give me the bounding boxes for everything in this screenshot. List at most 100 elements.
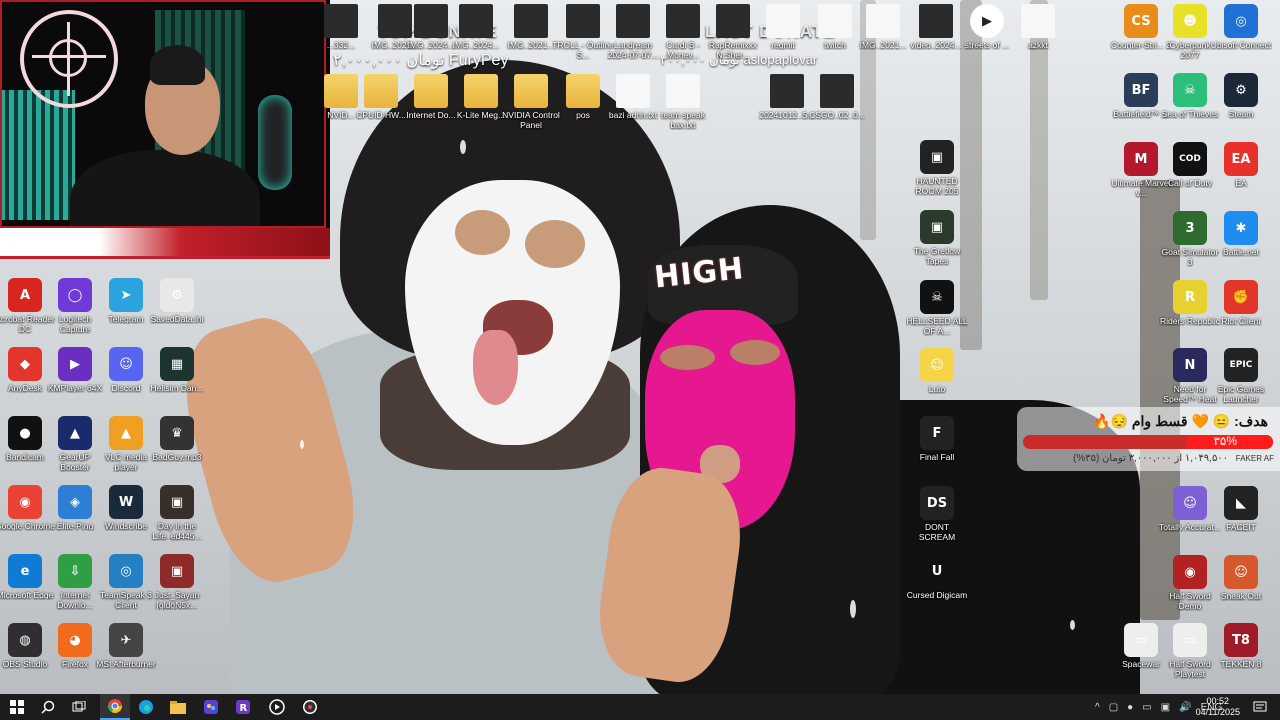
desktop-icon-hellseed-all-of-a[interactable]: ☠ HELLSEED ALL OF A... bbox=[906, 280, 968, 336]
top-donate-value: ۲,۰۰۰,۰۰۰ تومان FuryPey bbox=[333, 52, 509, 69]
faceit-icon: ◣ bbox=[1224, 486, 1258, 520]
acrobat-reader-dc-icon: A bbox=[8, 278, 42, 312]
microphone-icon[interactable]: ● bbox=[1127, 702, 1133, 713]
folder-icon bbox=[464, 74, 498, 108]
teamspeak-3-client-icon: ◎ bbox=[109, 554, 143, 588]
desktop-icon-cursed-digicam[interactable]: U Cursed Digicam bbox=[906, 554, 968, 600]
elite-ping-icon: ◈ bbox=[58, 485, 92, 519]
desktop-icon-img-2024[interactable]: IMG_2024... bbox=[445, 4, 507, 50]
day-in-the-life-ed445-icon: ▣ bbox=[160, 485, 194, 519]
webcam-frame bbox=[0, 0, 326, 228]
image-thumbnail-icon bbox=[820, 74, 854, 108]
snowflake bbox=[850, 600, 856, 618]
desktop-icon-label: Steam bbox=[1228, 109, 1254, 119]
windows-start-icon[interactable] bbox=[2, 694, 32, 720]
svg-text:R: R bbox=[240, 703, 248, 714]
riot-client-icon: ✊ bbox=[1224, 280, 1258, 314]
tray-app-icon[interactable]: ▢ bbox=[1109, 702, 1118, 713]
edge-taskbar-icon[interactable] bbox=[131, 694, 161, 720]
network-icon[interactable]: ▭ bbox=[1142, 702, 1151, 713]
msi-afterburner-icon: ✈ bbox=[109, 623, 143, 657]
dont-scream-icon: DS bbox=[920, 486, 954, 520]
epic-games-launcher-icon: EPIC bbox=[1224, 348, 1258, 382]
telegram-icon: ➤ bbox=[109, 278, 143, 312]
clock-date: 04/11/2025 bbox=[1195, 707, 1240, 717]
desktop-icon-epic-games-launcher[interactable]: EPIC Epic Games Launcher bbox=[1210, 348, 1272, 404]
desktop-icon-label: team speak bax.txt bbox=[661, 110, 705, 130]
taskbar-clock[interactable]: 00:52 04/11/2025 bbox=[1196, 696, 1240, 718]
gearup-booster-icon: ▲ bbox=[58, 416, 92, 450]
desktop-icon-msi-afterburner[interactable]: ✈ MSI Afterburner bbox=[95, 623, 157, 669]
desktop-icon-label: HAUNTED ROOM 205 bbox=[915, 176, 959, 196]
logitech-capture-icon: ◯ bbox=[58, 278, 92, 312]
desktop-icon-just-sayan-gldgn5x[interactable]: ▣ Just_Sayan [gldgN5x... bbox=[146, 554, 208, 610]
streamer-webcam-overlay bbox=[0, 0, 330, 259]
windscribe-icon: W bbox=[109, 485, 143, 519]
desktop-icon-ea[interactable]: EA EA bbox=[1210, 142, 1272, 188]
haunted-room-205-icon: ▣ bbox=[920, 140, 954, 174]
desktop-icon-label: DONT SCREAM bbox=[918, 522, 956, 542]
desktop-icon-haunted-room-205[interactable]: ▣ HAUNTED ROOM 205 bbox=[906, 140, 968, 196]
media-player-icon[interactable] bbox=[262, 694, 292, 720]
desktop-icon-332[interactable]: ...332... bbox=[310, 4, 372, 50]
file-icon bbox=[766, 4, 800, 38]
desktop-icon-team-speak-bax-txt[interactable]: team speak bax.txt bbox=[652, 74, 714, 130]
desktop-icon-faceit[interactable]: ◣ FACEIT bbox=[1210, 486, 1272, 532]
hellseed-all-of-a-icon: ☠ bbox=[920, 280, 954, 314]
photo-mask-eye bbox=[525, 220, 585, 268]
donation-goal-widget: هدف: 😑 🧡 قسط وام 😔🔥 ۳۵% ۱,۰۴۹,۵۰۰ از ۳,۰… bbox=[1017, 407, 1280, 471]
desktop-icon-csgo-02-0[interactable]: CSGO_02_0... bbox=[806, 74, 868, 120]
firefox-icon: ◕ bbox=[58, 623, 92, 657]
notifications-icon[interactable] bbox=[1245, 694, 1275, 720]
app-store-icon[interactable] bbox=[196, 694, 226, 720]
file-icon bbox=[616, 74, 650, 108]
desktop-icon-label: Riot Client bbox=[1221, 316, 1261, 326]
desktop-icon-label: Hellsim Dan... bbox=[150, 383, 204, 393]
call-of-duty-icon: COD bbox=[1173, 142, 1207, 176]
desktop-icon-ubisoft-connect[interactable]: ◎ Ubisoft Connect bbox=[1210, 4, 1272, 50]
desktop-icon-day-in-the-life-ed445[interactable]: ▣ Day in the Life_ed445... bbox=[146, 485, 208, 541]
chrome-taskbar-icon[interactable] bbox=[100, 694, 130, 720]
desktop-icon-dont-scream[interactable]: DS DONT SCREAM bbox=[906, 486, 968, 542]
totally-accurat-icon: ☺ bbox=[1173, 486, 1207, 520]
desktop-icon-badguy-mp3[interactable]: ♛ BadGuy.mp3 bbox=[146, 416, 208, 462]
desktop-icon-battle-net[interactable]: ✱ Battle.net bbox=[1210, 211, 1272, 257]
task-view-icon[interactable] bbox=[64, 694, 94, 720]
desktop-icon-label: The Gretlow Tapes bbox=[913, 246, 961, 266]
desktop-icon-luto[interactable]: ☺ Luto bbox=[906, 348, 968, 394]
rockstar-launcher-icon[interactable]: R bbox=[228, 694, 258, 720]
snowflake bbox=[1070, 620, 1075, 630]
desktop-icon-the-gretlow-tapes[interactable]: ▣ The Gretlow Tapes bbox=[906, 210, 968, 266]
desktop-icon-label: MSI Afterburner bbox=[96, 659, 156, 669]
desktop-icon-azkkt[interactable]: azkkt bbox=[1007, 4, 1069, 50]
desktop-icon-saveddata-ini[interactable]: ⚙ SavedData.ini bbox=[146, 278, 208, 324]
desktop-icon-label: Sneak Out bbox=[1220, 591, 1262, 601]
counter-stri-2-icon: CS bbox=[1124, 4, 1158, 38]
desktop-icon-tekken-8[interactable]: T8 TEKKEN 8 bbox=[1210, 623, 1272, 669]
desktop-icon-final-fall[interactable]: F Final Fall bbox=[906, 416, 968, 462]
the-gretlow-tapes-icon: ▣ bbox=[920, 210, 954, 244]
desktop-icon-hellsim-dan[interactable]: ▦ Hellsim Dan... bbox=[146, 347, 208, 393]
desktop-icon-label: Day in the Life_ed445... bbox=[152, 521, 202, 541]
obs-studio-icon: ◍ bbox=[8, 623, 42, 657]
snowflake bbox=[300, 440, 304, 449]
desktop-icon-label: BadGuy.mp3 bbox=[152, 452, 202, 462]
goal-amount: ۱,۰۴۹,۵۰۰ از ۳,۰۰۰,۰۰۰ تومان (۳۵%) bbox=[1073, 453, 1229, 464]
desktop-icon-sneak-out[interactable]: ☺ Sneak Out bbox=[1210, 555, 1272, 601]
need-for-speed-heat-icon: N bbox=[1173, 348, 1207, 382]
desktop-icon-label: IMG_2024... bbox=[452, 40, 500, 50]
desktop-icon-label: Ubisoft Connect bbox=[1210, 40, 1272, 50]
volume-icon[interactable]: 🔊 bbox=[1179, 702, 1191, 713]
folder-icon bbox=[514, 74, 548, 108]
ubisoft-connect-icon: ◎ bbox=[1224, 4, 1258, 38]
file-explorer-icon[interactable] bbox=[163, 694, 193, 720]
image-thumbnail-icon bbox=[770, 74, 804, 108]
desktop-icon-label: HELLSEED ALL OF A... bbox=[906, 316, 968, 336]
obs-taskbar-icon[interactable] bbox=[295, 694, 325, 720]
show-hidden-icons-chevron-icon[interactable]: ^ bbox=[1095, 702, 1100, 713]
desktop-icon-steam[interactable]: ⚙ Steam bbox=[1210, 73, 1272, 119]
desktop-icon-riot-client[interactable]: ✊ Riot Client bbox=[1210, 280, 1272, 326]
display-icon[interactable]: ▣ bbox=[1161, 702, 1170, 713]
snowflake bbox=[460, 140, 466, 154]
search-icon[interactable] bbox=[33, 694, 63, 720]
